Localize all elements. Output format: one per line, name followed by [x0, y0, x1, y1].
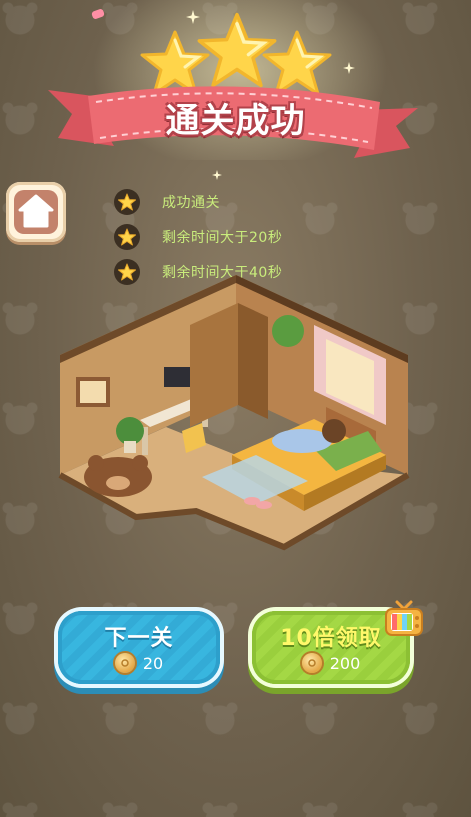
coin-icon [114, 653, 135, 673]
sparkle-icon [186, 10, 200, 24]
level-complete-header: 通关成功 [0, 0, 471, 180]
tv-icon [385, 600, 423, 636]
page-title: 通关成功 [165, 101, 306, 141]
objective-item: 成功通关 [114, 184, 282, 219]
home-button[interactable] [6, 182, 66, 242]
next-level-coin-reward: 20 [58, 651, 220, 675]
coin-icon [301, 653, 322, 673]
next-level-coin-amount: 20 [142, 653, 164, 673]
monitor [164, 367, 192, 387]
room-scene [58, 275, 410, 551]
objective-star-icon [114, 223, 140, 250]
reward-coin-amount: 200 [329, 653, 361, 673]
next-level-label: 下一关 [104, 626, 174, 651]
sparkle-icon [212, 170, 222, 180]
sparkle-icon [343, 62, 355, 74]
reward-coin-amount-row: 200 [252, 651, 410, 675]
objective-text: 剩余时间大于20秒 [162, 229, 283, 246]
objective-item: 剩余时间大于20秒 [114, 219, 282, 254]
objective-text: 成功通关 [162, 194, 220, 211]
hanging-plant [272, 315, 304, 347]
objective-star-icon [114, 188, 140, 215]
house-icon [18, 194, 54, 228]
plant [116, 417, 144, 445]
next-level-button[interactable]: 下一关 20 [58, 611, 220, 684]
